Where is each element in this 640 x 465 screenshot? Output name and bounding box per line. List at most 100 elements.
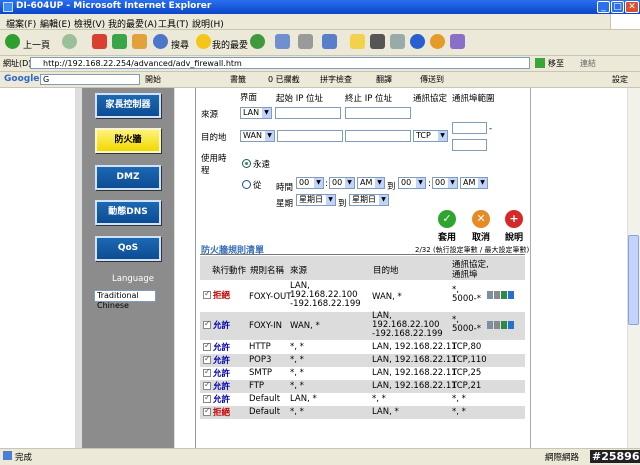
send-to-button[interactable]: 傳送到 <box>420 74 444 85</box>
go-icon[interactable] <box>535 58 545 68</box>
maximize-button[interactable]: □ <box>611 1 624 13</box>
dest-protocol-select[interactable]: TCP ▼ <box>413 130 448 142</box>
k-icon[interactable] <box>370 34 385 49</box>
always-radio[interactable] <box>242 159 251 168</box>
rule-enable-checkbox[interactable] <box>203 380 211 390</box>
popup-blocked-button[interactable]: 0 已攔截 <box>268 74 300 85</box>
port-range-end-input[interactable] <box>452 139 487 151</box>
rule-source: *, * <box>290 342 304 352</box>
cancel-x-icon[interactable]: ✕ <box>472 210 490 228</box>
rule-enable-checkbox[interactable] <box>203 354 211 364</box>
menu-edit[interactable]: 編輯(E) <box>40 17 71 30</box>
source-end-ip-input[interactable] <box>345 107 411 119</box>
translate-button[interactable]: 翻譯 <box>376 74 392 85</box>
rule-dest: LAN, 192.168.22.11 <box>372 368 457 378</box>
help-plus-icon[interactable]: + <box>505 210 523 228</box>
edit-icon[interactable] <box>487 321 493 329</box>
print-icon[interactable] <box>298 34 313 49</box>
stop-icon[interactable] <box>92 34 107 49</box>
google-search-input[interactable]: G <box>40 74 140 85</box>
rule-list-divider <box>200 254 525 255</box>
rule-enable-checkbox[interactable] <box>203 319 211 329</box>
apply-button[interactable]: 套用 <box>438 230 456 243</box>
rule-name: FTP <box>249 381 265 391</box>
address-input[interactable]: http://192.168.22.254/advanced/adv_firew… <box>30 57 530 69</box>
end-hour-select[interactable]: 00 ▼ <box>398 177 426 189</box>
source-interface-select[interactable]: LAN ▼ <box>240 107 272 119</box>
trash-icon[interactable] <box>494 321 500 329</box>
language-select[interactable]: Traditional Chinese <box>94 290 156 310</box>
google-settings-button[interactable]: 設定 <box>612 74 628 85</box>
rule-proto: *, 5000-* <box>452 285 481 304</box>
firefox-icon[interactable] <box>430 34 445 49</box>
spellcheck-button[interactable]: 拼字檢查 <box>320 74 352 85</box>
google-search-button[interactable]: 開始 <box>145 74 161 85</box>
menu-view[interactable]: 檢視(V) <box>74 17 105 30</box>
arrow-down-icon[interactable] <box>508 321 514 329</box>
menu-tools[interactable]: 工具(T) <box>158 17 189 30</box>
rule-enable-checkbox[interactable] <box>203 341 211 351</box>
google-logo: Google <box>4 74 40 84</box>
minimize-button[interactable]: _ <box>597 1 610 13</box>
port-range-start-input[interactable] <box>452 122 487 134</box>
start-ampm-select[interactable]: AM ▼ <box>357 177 385 189</box>
links-label[interactable]: 連結 <box>580 58 596 69</box>
bookmarks-button[interactable]: 書籤 <box>230 74 246 85</box>
watermark: #258965 <box>590 450 640 463</box>
bluetooth-icon[interactable] <box>410 34 425 49</box>
weekday-end-select[interactable]: 星期日 ▼ <box>349 194 389 206</box>
search-icon[interactable] <box>153 34 168 49</box>
rule-enable-checkbox[interactable] <box>203 289 211 299</box>
dest-end-ip-input[interactable] <box>345 130 411 142</box>
start-hour-select[interactable]: 00 ▼ <box>296 177 324 189</box>
tool-icon[interactable] <box>390 34 405 49</box>
nav-ddns[interactable]: 動態DNS <box>95 200 161 225</box>
back-label[interactable]: 上一頁 <box>23 38 50 51</box>
rule-name: Default <box>249 407 281 417</box>
from-radio[interactable] <box>242 180 251 189</box>
menu-favorites[interactable]: 我的最愛(A) <box>108 17 157 30</box>
edit-icon[interactable] <box>322 34 337 49</box>
dest-interface-select[interactable]: WAN ▼ <box>240 130 275 142</box>
close-button[interactable]: ✕ <box>625 1 639 13</box>
arrow-down-icon[interactable] <box>508 291 514 299</box>
nav-parental-control[interactable]: 家長控制器 <box>95 93 161 118</box>
home-icon[interactable] <box>132 34 147 49</box>
forward-icon[interactable] <box>62 34 77 49</box>
rule-enable-checkbox[interactable] <box>203 406 211 416</box>
history-icon[interactable] <box>250 34 265 49</box>
col-port-range: 通訊埠範圍 <box>452 94 495 104</box>
end-minute-select[interactable]: 00 ▼ <box>432 177 458 189</box>
go-button[interactable]: 移至 <box>548 58 564 69</box>
trash-icon[interactable] <box>494 291 500 299</box>
nav-dmz[interactable]: DMZ <box>95 165 161 190</box>
source-start-ip-input[interactable] <box>275 107 341 119</box>
folder-icon[interactable] <box>350 34 365 49</box>
end-ampm-select[interactable]: AM ▼ <box>460 177 488 189</box>
help-button[interactable]: 說明 <box>505 230 523 243</box>
edit-icon[interactable] <box>487 291 493 299</box>
weekday-start-select[interactable]: 星期日 ▼ <box>296 194 336 206</box>
arrow-up-icon[interactable] <box>501 291 507 299</box>
dest-start-ip-input[interactable] <box>277 130 343 142</box>
start-minute-select[interactable]: 00 ▼ <box>329 177 355 189</box>
rule-source: WAN, * <box>290 321 320 331</box>
menu-file[interactable]: 檔案(F) <box>6 17 36 30</box>
rule-enable-checkbox[interactable] <box>203 367 211 377</box>
refresh-icon[interactable] <box>112 34 127 49</box>
scrollbar-thumb[interactable] <box>628 235 639 325</box>
rule-action: 允許 <box>213 321 231 331</box>
apply-check-icon[interactable]: ✓ <box>438 210 456 228</box>
search-label[interactable]: 搜尋 <box>171 38 189 51</box>
favorites-star-icon[interactable] <box>196 34 211 49</box>
nav-firewall[interactable]: 防火牆 <box>95 128 161 153</box>
cancel-button[interactable]: 取消 <box>472 230 490 243</box>
menu-help[interactable]: 說明(H) <box>192 17 224 30</box>
nav-qos[interactable]: QoS <box>95 236 161 261</box>
favorites-label[interactable]: 我的最愛 <box>212 38 248 51</box>
messenger-icon[interactable] <box>450 34 465 49</box>
back-icon[interactable] <box>5 34 20 49</box>
rule-enable-checkbox[interactable] <box>203 393 211 403</box>
arrow-up-icon[interactable] <box>501 321 507 329</box>
mail-icon[interactable] <box>275 34 290 49</box>
